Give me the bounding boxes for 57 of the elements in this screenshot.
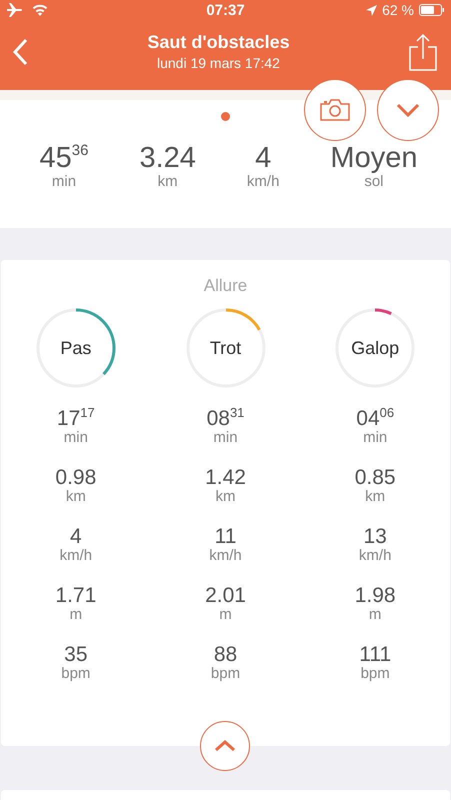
stat-value: 11 bbox=[214, 526, 236, 548]
stat-unit: bpm bbox=[61, 666, 90, 682]
stat-unit: m bbox=[368, 607, 382, 623]
camera-icon bbox=[320, 99, 350, 121]
stat-value: 17$^{17}$ bbox=[56, 408, 95, 430]
stat-unit: km bbox=[365, 489, 386, 505]
stat-unit: m bbox=[219, 607, 232, 623]
stat-value: 2.01 bbox=[205, 585, 246, 607]
stat-value: 04$^{06}$ bbox=[356, 408, 394, 430]
metric-value: Moyen bbox=[330, 142, 418, 174]
stat-unit: min bbox=[213, 430, 238, 446]
metric-unit: km bbox=[158, 174, 178, 190]
wifi-icon bbox=[32, 4, 48, 16]
stat-value: 1.42 bbox=[205, 467, 246, 489]
stat-value: 0.98 bbox=[55, 467, 96, 489]
stat-unit: km/h bbox=[209, 548, 242, 564]
stat-value: 13 bbox=[364, 526, 387, 548]
chevron-up-icon bbox=[214, 740, 236, 752]
collapse-button[interactable] bbox=[200, 721, 250, 771]
gait-name: Galop bbox=[351, 338, 400, 358]
stat-value: 1.98 bbox=[354, 585, 396, 607]
stat-unit: bpm bbox=[360, 666, 390, 682]
metric-value: 45$^{36}$ bbox=[40, 142, 88, 174]
battery-icon bbox=[419, 4, 445, 16]
stat-unit: m bbox=[70, 607, 82, 623]
chevron-down-icon bbox=[396, 103, 420, 117]
stat-value: 88 bbox=[214, 644, 238, 666]
stat-value: 08$^{31}$ bbox=[206, 408, 244, 430]
metric-value: 3.24 bbox=[139, 142, 196, 174]
card-title: Allure bbox=[204, 276, 248, 296]
page-title: Saut d'obstacles bbox=[147, 32, 290, 52]
metric-unit: km/h bbox=[246, 174, 280, 190]
back-icon[interactable] bbox=[12, 38, 28, 66]
airplane-icon bbox=[6, 3, 24, 17]
status-time: 07:37 bbox=[206, 2, 245, 18]
stat-value: 4 bbox=[70, 526, 82, 548]
stat-value: 35 bbox=[64, 644, 88, 666]
stat-unit: min bbox=[363, 430, 388, 446]
metric-unit: min bbox=[52, 174, 76, 190]
stat-value: 1.71 bbox=[55, 585, 96, 607]
stat-unit: km/h bbox=[358, 548, 392, 564]
gait-name: Trot bbox=[210, 338, 242, 358]
stat-value: 0.85 bbox=[354, 467, 396, 489]
page-subtitle: lundi 19 mars 17:42 bbox=[157, 54, 280, 70]
metric-unit: sol bbox=[364, 174, 384, 190]
stat-unit: km bbox=[216, 489, 236, 505]
stat-value: 111 bbox=[359, 644, 392, 666]
stat-unit: km bbox=[66, 489, 86, 505]
stat-unit: bpm bbox=[210, 666, 240, 682]
stat-unit: min bbox=[64, 430, 88, 446]
stat-unit: km/h bbox=[60, 548, 92, 564]
page-dot[interactable] bbox=[221, 112, 230, 121]
share-icon[interactable] bbox=[408, 33, 437, 71]
metric-value: 4 bbox=[255, 142, 272, 174]
location-arrow-icon bbox=[366, 4, 378, 16]
gait-name: Pas bbox=[60, 338, 92, 358]
battery-percent: 62 % bbox=[382, 2, 414, 18]
